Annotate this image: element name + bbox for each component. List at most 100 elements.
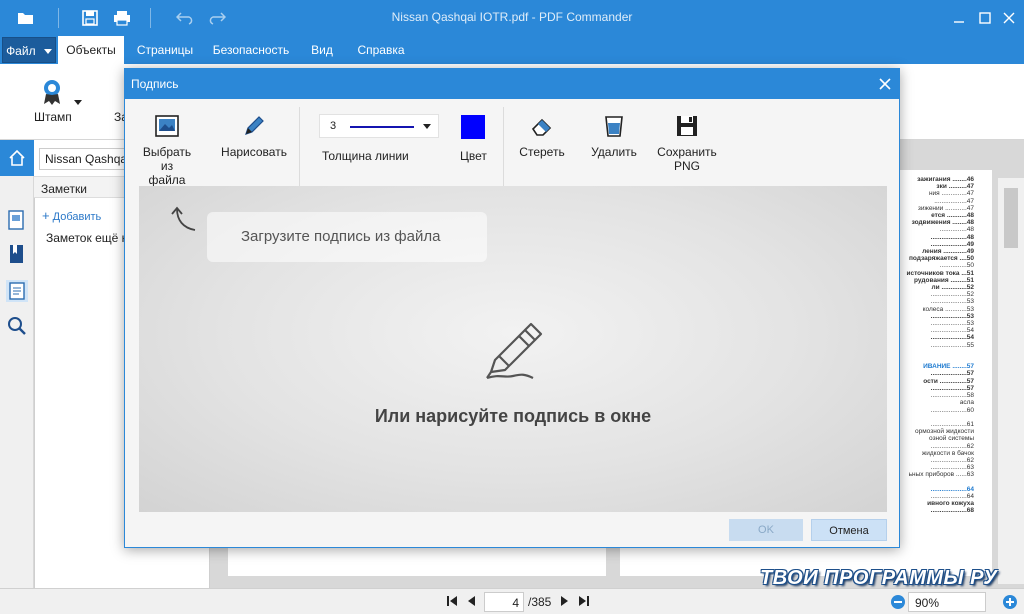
trash-icon [601, 113, 627, 139]
add-note-button[interactable]: + Добавить [42, 208, 101, 223]
toc-line: ....................48 [930, 233, 974, 241]
cancel-button[interactable]: Отмена [811, 519, 887, 541]
draw-button[interactable]: Нарисовать [219, 105, 289, 159]
tab-objects[interactable]: Объекты [58, 36, 124, 64]
toc-line: озной системы [929, 435, 974, 443]
menu-bar: Файл Объекты Страницы Безопасность Вид С… [0, 36, 1024, 64]
toc-line: зки ..........47 [936, 183, 974, 191]
thumbnails-icon[interactable] [7, 210, 27, 230]
toc-line: ....................53 [930, 320, 974, 328]
toc-line: ления .............49 [922, 248, 974, 256]
toc-line: ормозной жидкости [914, 428, 974, 436]
toc-line: жидкости в бачок [921, 449, 974, 457]
save-icon [674, 113, 700, 139]
bookmarks-icon[interactable] [7, 244, 27, 264]
maximize-icon[interactable] [972, 6, 998, 30]
vertical-scrollbar[interactable] [998, 178, 1024, 584]
delete-button[interactable]: Удалить [589, 105, 639, 159]
toc-line: ьных приборов ......63 [908, 471, 974, 479]
previous-page-icon[interactable] [466, 595, 480, 609]
save-png-label-2: PNG [673, 159, 700, 173]
toc-line: ....................64 [930, 485, 974, 493]
stamp-button[interactable] [30, 78, 82, 111]
choose-from-file-button[interactable]: Выбрать из файла [141, 105, 193, 187]
next-page-icon[interactable] [558, 595, 572, 609]
table-of-contents: зажигания ........46 зки ..........47 ния … [888, 176, 974, 515]
signature-canvas[interactable]: Загрузите подпись из файла Или нарисуйте… [139, 186, 887, 512]
erase-button[interactable]: Стереть [517, 105, 567, 159]
close-icon[interactable] [875, 74, 895, 94]
toc-line: ....................68 [930, 507, 974, 515]
zoom-select[interactable]: 90% [908, 592, 986, 612]
toc-line: ....................61 [930, 420, 974, 428]
tab-security[interactable]: Безопасность [208, 36, 294, 64]
last-page-icon[interactable] [578, 595, 592, 609]
toc-line: ....................60 [930, 406, 974, 414]
toc-line: ....................64 [930, 492, 974, 500]
toc-line: ....................62 [930, 456, 974, 464]
close-window-icon[interactable] [996, 6, 1022, 30]
add-note-label: Добавить [52, 211, 102, 223]
toc-line: зижении ............47 [917, 204, 974, 212]
notes-icon[interactable] [6, 280, 28, 302]
toc-line: ....................62 [930, 442, 974, 450]
line-thickness-select[interactable]: 3 [319, 114, 439, 138]
toc-line: асла [959, 399, 974, 407]
notes-empty-text: Заметок ещё не [46, 231, 135, 245]
scrollbar-thumb[interactable] [1004, 188, 1018, 248]
toc-line: ....................49 [930, 240, 974, 248]
toc-line: ли ..............52 [931, 284, 974, 292]
page-total: /385 [528, 595, 552, 609]
save-png-button[interactable]: Сохранить PNG [655, 105, 719, 173]
color-label: Цвет [460, 149, 487, 163]
watermark: ТВОИ ПРОГРАММЫ РУ [760, 567, 998, 589]
toc-line [888, 349, 974, 356]
dropdown-arrow-icon [74, 100, 82, 105]
title-bar: Nissan Qashqai IOTR.pdf - PDF Commander [0, 0, 1024, 36]
toc-line: ИВАНИЕ ........57 [923, 363, 974, 371]
toc-line: ости ...............57 [923, 377, 974, 385]
first-page-icon[interactable] [446, 595, 460, 609]
document-search-field[interactable]: Nissan Qashqai I [39, 148, 129, 170]
save-png-label-1: Сохранить [657, 145, 717, 159]
zoom-out-icon[interactable] [890, 594, 906, 610]
ok-button[interactable]: OK [729, 519, 803, 541]
toc-line: ....................58 [930, 392, 974, 400]
search-icon[interactable] [7, 316, 27, 336]
upload-hint: Загрузите подпись из файла [207, 212, 487, 262]
tab-pages[interactable]: Страницы [132, 36, 198, 64]
minimize-icon[interactable] [946, 6, 972, 30]
toc-line: ....................57 [930, 370, 974, 378]
chevron-down-icon [423, 124, 431, 129]
toc-line: ....................52 [930, 291, 974, 299]
erase-label: Стереть [519, 145, 565, 159]
toc-line: ....................63 [930, 464, 974, 472]
file-menu-label: Файл [6, 44, 36, 58]
toc-line: колеса ............53 [922, 305, 974, 313]
toc-line: зодвижения ........48 [911, 219, 974, 227]
file-menu[interactable]: Файл [2, 37, 56, 63]
color-swatch[interactable] [461, 115, 485, 139]
toc-line: источников тока ...51 [906, 269, 974, 277]
toc-line: ...............50 [939, 262, 974, 270]
zoom-in-icon[interactable] [1002, 594, 1018, 610]
stamp-label: Штамп [34, 110, 72, 124]
toc-line: подзаряжается ....50 [908, 255, 974, 263]
toolbar-separator [299, 107, 300, 187]
toolbar-separator [503, 107, 504, 187]
tab-view[interactable]: Вид [304, 36, 340, 64]
toc-line: ....................54 [930, 334, 974, 342]
line-thickness-label: Толщина линии [322, 149, 409, 163]
toc-line: ....................53 [930, 312, 974, 320]
home-icon[interactable] [0, 140, 34, 176]
left-rail [0, 140, 34, 592]
toc-line [888, 414, 974, 421]
page-number-input[interactable]: 4 [484, 592, 524, 612]
toc-line: ....................57 [930, 384, 974, 392]
toc-line: ....................53 [930, 298, 974, 306]
toc-line: ....................55 [930, 341, 974, 349]
status-bar: 4 /385 90% [0, 588, 1024, 614]
tab-help[interactable]: Справка [352, 36, 410, 64]
image-icon [154, 113, 180, 139]
signature-dialog: Подпись Выбрать из файла Нарисовать 3 То… [124, 68, 900, 548]
